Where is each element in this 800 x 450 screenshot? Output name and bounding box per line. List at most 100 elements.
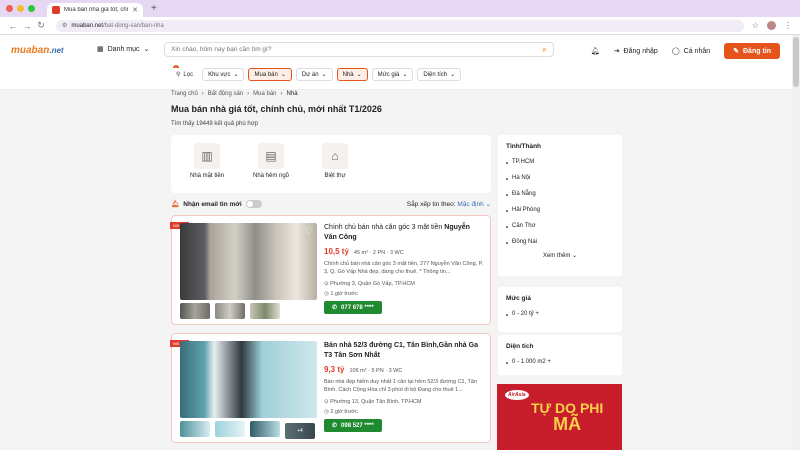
browser-tab[interactable]: Mua bán nhà giá tốt, chính c... ✕ — [47, 3, 143, 17]
email-alert-toggle[interactable] — [245, 200, 262, 208]
site-logo[interactable]: muaban.net — [11, 45, 64, 56]
price-range-item[interactable]: 0 - 20 tỷ + — [506, 306, 614, 322]
price-line: 9,3 tỷ 106 m² · 5 PN · 3 WC — [324, 365, 484, 374]
listing-card[interactable]: Nổi bật ♡ Chính chủ bán nhà căn góc 3 mặ… — [170, 215, 491, 325]
chevron-down-icon: ⌄ — [233, 72, 239, 78]
thumbnail[interactable] — [250, 303, 280, 319]
maximize-window-button[interactable] — [28, 5, 35, 12]
chevron-down-icon: ⌄ — [321, 72, 327, 78]
profile-label: Cá nhân — [683, 47, 711, 55]
search-input[interactable] — [171, 46, 471, 53]
filter-price[interactable]: Mức giá ⌄ — [371, 68, 414, 81]
ad-line-2: MÃ — [553, 414, 582, 434]
phone-button[interactable]: ✆ 098 527 **** — [324, 419, 382, 432]
category-alley-house[interactable]: ▤ Nhà hẻm ngõ — [249, 143, 293, 185]
edit-icon: ✎ — [733, 48, 739, 55]
sort-row: 🔔︎ Nhận email tin mới Sắp xếp tin theo: … — [171, 200, 491, 208]
close-tab-icon[interactable]: ✕ — [132, 6, 138, 14]
chevron-down-icon: ⌄ — [571, 253, 578, 259]
filter-house[interactable]: Nhà ⌄ — [336, 68, 368, 81]
bookmark-star-icon[interactable]: ☆ — [752, 21, 759, 30]
advertisement-banner[interactable]: AirAsia TỰ DO PHI MÃ — [497, 384, 622, 450]
category-street-house[interactable]: ▥ Nhà mặt tiền — [185, 143, 229, 185]
listing-description: Chính chủ bán nhà căn góc 3 mặt tiền, 27… — [324, 261, 484, 275]
listing-title[interactable]: Chính chủ bán nhà căn góc 3 mặt tiền Ngu… — [324, 223, 484, 243]
forward-icon[interactable]: → — [20, 21, 34, 31]
back-icon[interactable]: ← — [6, 21, 20, 31]
clock-icon: ◷ — [324, 409, 329, 415]
chevron-down-icon: ⌄ — [450, 72, 456, 78]
city-item[interactable]: Đà Nẵng — [506, 186, 614, 202]
phone-button[interactable]: ✆ 077 678 **** — [324, 301, 382, 314]
area-range-item[interactable]: 0 - 1.000 m2 + — [506, 354, 614, 370]
listing-photo[interactable] — [180, 341, 317, 418]
listing-location: ⊙ Phường 3, Quận Gò Vấp, TP.HCM — [324, 281, 484, 287]
city-item[interactable]: TP.HCM — [506, 154, 614, 170]
area-filter-panel: Diện tích 0 - 1.000 m2 + — [498, 335, 622, 375]
breadcrumb-sep: › — [280, 91, 283, 97]
breadcrumb-realestate[interactable]: Bất động sản — [208, 91, 243, 97]
login-label: Đăng nhập — [623, 47, 658, 55]
chevron-down-icon: ⌄ — [280, 72, 286, 78]
profile-button[interactable]: ◯ Cá nhân — [671, 47, 711, 56]
city-item[interactable]: Đồng Nai — [506, 234, 614, 250]
filter-project[interactable]: Dự án ⌄ — [295, 68, 333, 81]
filter-button[interactable]: ⚲ Lọc — [171, 68, 199, 81]
more-photos-thumbnail[interactable]: +4 — [285, 423, 315, 439]
user-icon: ◯ — [671, 48, 680, 55]
sort-control[interactable]: Sắp xếp tin theo: Mặc định ⌄ — [407, 200, 491, 208]
thumbnail[interactable] — [250, 421, 280, 437]
filter-buy-sell[interactable]: Mua bán ⌄ — [248, 68, 292, 81]
thumbnail[interactable] — [180, 303, 210, 319]
profile-avatar[interactable] — [767, 21, 776, 30]
search-icon[interactable]: ⌕ — [542, 44, 547, 55]
filter-area-label: Khu vực — [208, 71, 231, 78]
new-tab-icon[interactable]: + — [151, 3, 157, 14]
clock-icon: ◷ — [324, 291, 329, 297]
thumbnail[interactable] — [180, 421, 210, 437]
url-path: /bat-dong-san/ban-nha — [103, 22, 164, 29]
scrollbar-thumb[interactable] — [793, 37, 799, 87]
site-info-icon[interactable]: ⚙ — [62, 22, 67, 29]
filter-size[interactable]: Diện tích ⌄ — [417, 68, 462, 81]
breadcrumb-buysell[interactable]: Mua bán — [253, 91, 276, 97]
page-scrollbar[interactable] — [792, 35, 800, 450]
category-menu-button[interactable]: ▦ Danh mục ⌄ — [97, 45, 149, 54]
reload-icon[interactable]: ↻ — [34, 20, 48, 31]
post-ad-button[interactable]: ✎ Đăng tin — [724, 43, 780, 59]
listing-description: Bán nhà đẹp hiếm duy nhất 1 căn tại hẻm … — [324, 379, 478, 393]
filter-house-label: Nhà — [342, 71, 354, 78]
close-window-button[interactable] — [6, 5, 13, 12]
chevron-down-icon: ⌄ — [356, 72, 362, 78]
city-item[interactable]: Hải Phòng — [506, 202, 614, 218]
minimize-window-button[interactable] — [17, 5, 24, 12]
login-icon: ⇥ — [613, 48, 620, 55]
listing-title[interactable]: Bán nhà 52/3 đường C1, Tân Bình,Gần nhà … — [324, 341, 484, 361]
category-villa[interactable]: ⌂ Biệt thự — [313, 143, 357, 185]
listing-title-bold: Bán nhà 52/3 đường C1, Tân Bình,Gần nhà … — [324, 342, 478, 359]
thumbnail[interactable] — [215, 421, 245, 437]
breadcrumb-home[interactable]: Trang chủ — [171, 91, 198, 97]
phone-icon: ✆ — [332, 305, 338, 311]
location-pin-icon: ⊙ — [324, 281, 329, 287]
listing-time-text: 2 giờ trước — [330, 409, 358, 415]
category-label: Biệt thự — [324, 173, 346, 179]
bell-icon[interactable]: 🔔︎ — [591, 47, 600, 55]
thumbnail[interactable] — [215, 303, 245, 319]
filter-area[interactable]: Khu vực ⌄ — [202, 68, 245, 81]
listing-photo[interactable]: ♡ — [180, 223, 317, 300]
favicon-icon — [52, 6, 60, 14]
listing-card[interactable]: Nổi bật +4 Bán nhà 52/3 đường C1, Tân Bì… — [170, 333, 491, 443]
address-bar-row: ← → ↻ ⚙ muaban.net/bat-dong-san/ban-nha … — [0, 17, 800, 35]
house-icon: ▤ — [258, 143, 284, 169]
listing-time: ◷ 1 giờ trước — [324, 291, 484, 297]
see-more-button[interactable]: Xem thêm ⌄ — [506, 252, 614, 259]
city-filter-panel: Tỉnh/Thành TP.HCM Hà Nội Đà Nẵng Hải Phò… — [498, 135, 622, 276]
login-button[interactable]: ⇥ Đăng nhập — [613, 47, 658, 56]
city-item[interactable]: Cần Thơ — [506, 218, 614, 234]
favorite-heart-icon[interactable]: ♡ — [305, 226, 313, 237]
city-item[interactable]: Hà Nội — [506, 170, 614, 186]
browser-menu-icon[interactable]: ⋮ — [784, 21, 792, 30]
url-bar[interactable]: ⚙ muaban.net/bat-dong-san/ban-nha — [56, 19, 744, 32]
listing-price: 9,3 tỷ — [324, 365, 345, 374]
